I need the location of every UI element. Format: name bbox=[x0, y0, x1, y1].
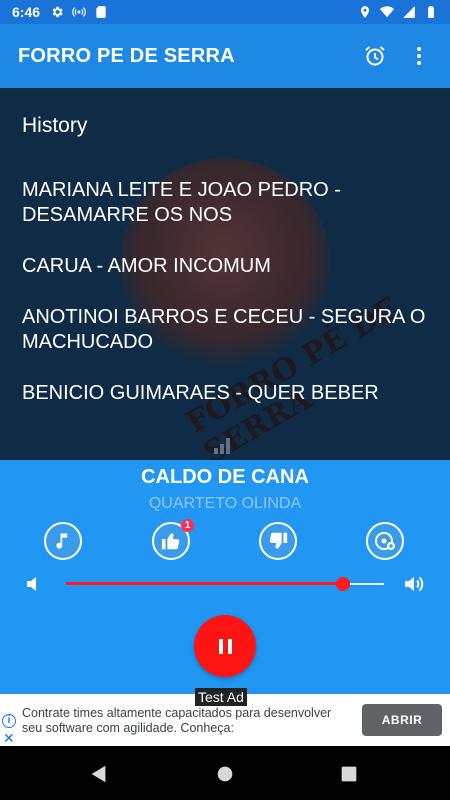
ad-banner[interactable]: Test Ad i ✕ Contrate times altamente cap… bbox=[0, 688, 450, 747]
more-vert-icon bbox=[417, 47, 421, 65]
volume-high-icon bbox=[405, 576, 424, 592]
test-ad-label: Test Ad bbox=[195, 688, 247, 706]
alarm-button[interactable] bbox=[362, 43, 388, 69]
status-time: 6:46 bbox=[12, 4, 41, 20]
song-title: CALDO DE CANA bbox=[141, 466, 309, 488]
volume-fill bbox=[66, 582, 343, 585]
ad-close-icon[interactable]: ✕ bbox=[3, 730, 15, 747]
ad-info-icon[interactable]: i bbox=[2, 714, 16, 728]
history-item: MARIANA LEITE E JOAO PEDRO - DESAMARRE O… bbox=[22, 179, 341, 226]
dislike-button[interactable] bbox=[259, 522, 297, 560]
system-nav-bar bbox=[0, 746, 450, 800]
thumbs-up-icon bbox=[161, 533, 180, 550]
music-button[interactable] bbox=[44, 522, 82, 560]
ad-open-button[interactable]: ABRIR bbox=[362, 704, 442, 736]
history-panel: FORRO PÉ DE SERRA History MARIANA LEITE … bbox=[0, 88, 450, 460]
equalizer-icon bbox=[214, 434, 236, 454]
history-item: BENICIO GUIMARAES - QUER BEBER bbox=[22, 382, 379, 404]
history-content: History MARIANA LEITE E JOAO PEDRO - DES… bbox=[22, 114, 432, 432]
volume-slider-thumb[interactable] bbox=[335, 577, 350, 591]
player-controls: 1 bbox=[0, 519, 450, 562]
volume-row bbox=[0, 570, 450, 598]
history-item: CARUA - AMOR INCOMUM bbox=[22, 255, 271, 277]
back-icon[interactable] bbox=[88, 763, 110, 785]
battery-icon bbox=[428, 6, 434, 18]
signal-icon bbox=[403, 6, 415, 18]
history-heading: History bbox=[22, 114, 88, 137]
more-options-button[interactable] bbox=[406, 43, 432, 69]
music-note-icon bbox=[56, 533, 68, 549]
home-icon[interactable] bbox=[214, 763, 236, 785]
hotspot-icon bbox=[72, 7, 86, 17]
player-panel: CALDO DE CANA QUARTETO OLINDA 1 bbox=[0, 460, 450, 694]
alarm-icon bbox=[365, 46, 385, 66]
pause-button[interactable] bbox=[194, 615, 256, 677]
record-button[interactable] bbox=[366, 522, 404, 560]
like-count-badge: 1 bbox=[181, 519, 194, 532]
vinyl-record-icon bbox=[375, 532, 395, 550]
app-title: FORRO PE DE SERRA bbox=[18, 44, 235, 67]
wifi-icon bbox=[380, 6, 394, 18]
pause-icon bbox=[218, 638, 232, 654]
thumbs-down-icon bbox=[269, 532, 288, 549]
like-button[interactable]: 1 bbox=[152, 519, 194, 560]
volume-low-icon bbox=[27, 577, 36, 591]
settings-icon bbox=[52, 6, 63, 18]
ad-text: Contrate times altamente capacitados par… bbox=[22, 706, 332, 735]
song-artist: QUARTETO OLINDA bbox=[148, 495, 302, 512]
recents-icon[interactable] bbox=[338, 763, 360, 785]
history-item: ANOTINOI BARROS E CECEU - SEGURA O MACHU… bbox=[22, 306, 426, 353]
location-icon bbox=[360, 6, 370, 18]
status-bar: 6:46 bbox=[0, 0, 450, 24]
app-bar: FORRO PE DE SERRA bbox=[0, 24, 450, 88]
sd-card-icon bbox=[96, 6, 106, 18]
